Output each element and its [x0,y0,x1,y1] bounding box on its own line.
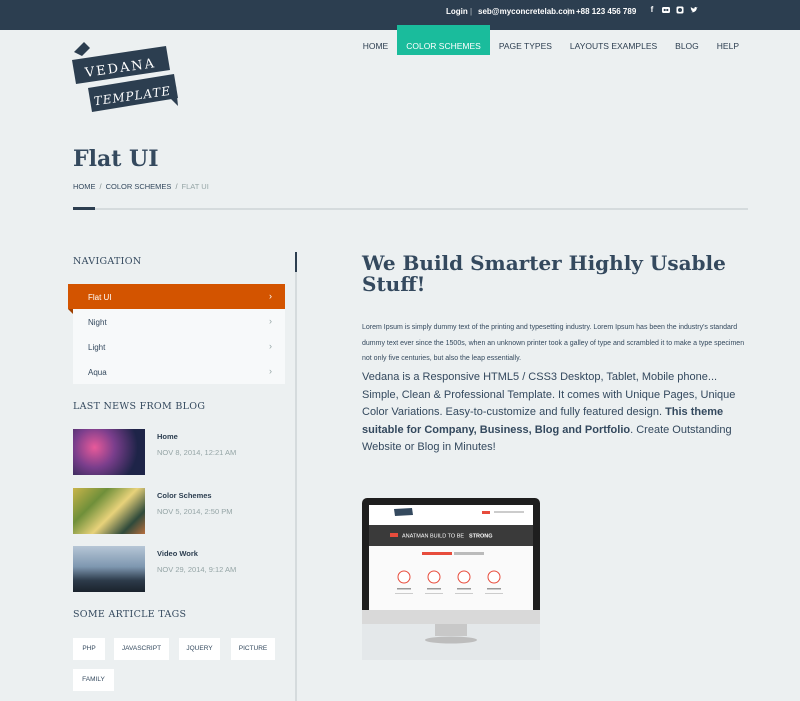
sidebar-item-label: Light [88,343,106,352]
nav-page-types[interactable]: PAGE TYPES [490,25,561,55]
lead-paragraph: Vedana is a Responsive HTML5 / CSS3 Desk… [362,369,752,457]
breadcrumb-current: FLAT UI [181,182,209,191]
sidebar-item-night[interactable]: Night › [73,309,285,334]
nav-layouts-examples[interactable]: LAYOUTS EXAMPLES [561,25,666,55]
sidebar-item-flat-ui[interactable]: Flat UI › [68,284,285,314]
nav-help[interactable]: HELP [708,25,748,55]
news-title[interactable]: Color Schemes [157,491,212,500]
tag-php[interactable]: PHP [73,638,105,660]
tag-javascript[interactable]: JAVASCRIPT [114,638,169,660]
login-link[interactable]: Login [446,7,468,16]
news-date: NOV 29, 2014, 9:12 AM [157,565,237,574]
breadcrumb-color-schemes[interactable]: COLOR SCHEMES [106,182,172,191]
news-item[interactable]: Color Schemes NOV 5, 2014, 2:50 PM [73,488,273,534]
column-divider-accent [295,252,297,272]
navigation-heading: NAVIGATION [73,256,142,267]
site-logo[interactable]: VEDANA TEMPLATE [70,40,188,112]
news-item[interactable]: Video Work NOV 29, 2014, 9:12 AM [73,546,273,592]
tag-picture[interactable]: PICTURE [231,638,275,660]
page-title: Flat UI [73,146,159,172]
news-date: NOV 5, 2014, 2:50 PM [157,507,233,516]
title-divider-accent [73,207,95,210]
monitor-screen-text-strong: STRONG [469,534,493,540]
sidebar-item-label: Night [88,318,107,327]
column-divider [295,252,297,701]
nav-blog[interactable]: BLOG [666,25,708,55]
title-divider [73,208,748,210]
separator: | [567,7,570,16]
sidebar-menu: Flat UI › Night › Light › Aqua › [68,284,285,384]
github-icon[interactable] [676,6,684,14]
tag-family[interactable]: FAMILY [73,669,114,691]
contact-email[interactable]: seb@myconcretelab.com [478,7,575,16]
sidebar-item-aqua[interactable]: Aqua › [73,359,285,384]
chevron-right-icon: › [269,366,272,376]
sidebar-item-label: Aqua [88,368,107,377]
intro-paragraph: Lorem Ipsum is simply dummy text of the … [362,324,745,362]
tags-heading: SOME ARTICLE TAGS [73,609,187,620]
sidebar-item-light[interactable]: Light › [73,334,285,359]
tag-jquery[interactable]: JQUERY [179,638,220,660]
chevron-right-icon: › [269,291,272,301]
main-heading: We Build Smarter Highly Usable Stuff! [362,251,726,296]
news-thumbnail[interactable] [73,429,145,475]
separator: | [470,7,473,16]
chevron-right-icon: › [269,341,272,351]
breadcrumb-separator: / [99,182,102,191]
contact-phone: +88 123 456 789 [576,7,637,16]
nav-home[interactable]: HOME [354,25,398,55]
news-date: NOV 8, 2014, 12:21 AM [157,448,237,457]
nav-color-schemes[interactable]: COLOR SCHEMES [397,25,490,55]
chevron-right-icon: › [269,316,272,326]
news-title[interactable]: Home [157,432,178,441]
news-heading: LAST NEWS FROM BLOG [73,401,206,412]
breadcrumb-home[interactable]: HOME [73,182,96,191]
news-item[interactable]: Home NOV 8, 2014, 12:21 AM [73,429,273,475]
breadcrumb: HOME / COLOR SCHEMES / FLAT UI [73,182,209,191]
social-links: f [648,6,698,14]
news-thumbnail[interactable] [73,488,145,534]
news-thumbnail[interactable] [73,546,145,592]
sidebar-item-label: Flat UI [88,293,112,302]
twitter-icon[interactable] [690,6,698,14]
breadcrumb-separator: / [175,182,178,191]
monitor-screen-text: ANATMAN BUILD TO BE [402,534,464,540]
flickr-icon[interactable] [662,6,670,14]
news-title[interactable]: Video Work [157,549,198,558]
monitor-image: ANATMAN BUILD TO BE STRONG [362,498,540,660]
facebook-icon[interactable]: f [648,6,656,14]
main-nav: HOME COLOR SCHEMES PAGE TYPES LAYOUTS EX… [354,25,748,55]
